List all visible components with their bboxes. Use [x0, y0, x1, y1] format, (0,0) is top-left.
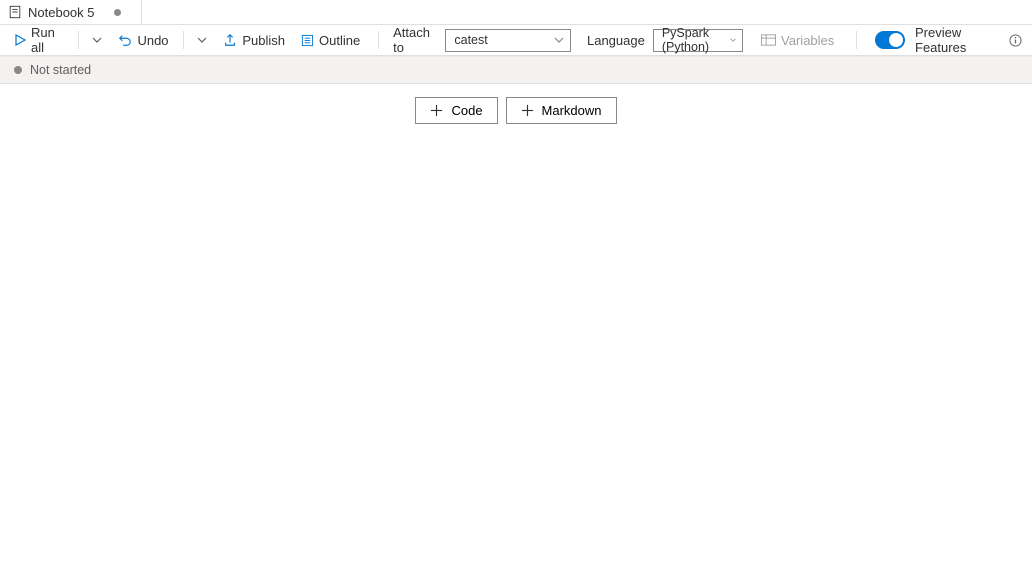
preview-toggle[interactable] — [875, 31, 905, 49]
plus-icon — [430, 104, 443, 117]
language-select[interactable]: PySpark (Python) — [653, 29, 743, 52]
outline-label: Outline — [319, 33, 360, 48]
separator — [183, 31, 184, 49]
plus-icon — [521, 104, 534, 117]
tab-title: Notebook 5 — [28, 5, 95, 20]
undo-icon — [118, 33, 132, 47]
publish-label: Publish — [242, 33, 285, 48]
language-label: Language — [587, 33, 645, 48]
variables-button: Variables — [757, 28, 838, 52]
status-dot-icon — [14, 66, 22, 74]
publish-icon — [223, 33, 237, 47]
attach-to-value: catest — [454, 33, 487, 47]
run-all-dropdown[interactable] — [88, 28, 106, 52]
play-icon — [14, 34, 26, 46]
tab-bar: Notebook 5 — [0, 0, 1032, 25]
toolbar: Run all Undo Publish Outline Attach to c… — [0, 25, 1032, 56]
preview-features: Preview Features — [875, 25, 1022, 55]
cell-insert-area: Code Markdown — [0, 84, 1032, 124]
info-icon[interactable] — [1009, 34, 1022, 47]
tab-dirty-indicator — [101, 9, 135, 16]
chevron-down-icon — [730, 35, 736, 45]
chevron-down-icon — [197, 35, 207, 45]
undo-button[interactable]: Undo — [114, 28, 172, 52]
outline-icon — [301, 34, 314, 47]
language-value: PySpark (Python) — [662, 26, 722, 54]
notebook-icon — [8, 5, 22, 19]
variables-icon — [761, 34, 776, 46]
chevron-down-icon — [554, 35, 564, 45]
add-code-label: Code — [451, 103, 482, 118]
undo-label: Undo — [137, 33, 168, 48]
add-code-button[interactable]: Code — [415, 97, 497, 124]
notebook-tab[interactable]: Notebook 5 — [6, 0, 142, 24]
add-markdown-button[interactable]: Markdown — [506, 97, 617, 124]
run-all-label: Run all — [31, 25, 64, 55]
undo-dropdown[interactable] — [193, 28, 211, 52]
attach-to-label: Attach to — [393, 25, 437, 55]
status-text: Not started — [30, 63, 91, 77]
status-bar: Not started — [0, 56, 1032, 84]
separator — [378, 31, 379, 49]
variables-label: Variables — [781, 33, 834, 48]
publish-button[interactable]: Publish — [219, 28, 289, 52]
attach-to-select[interactable]: catest — [445, 29, 571, 52]
chevron-down-icon — [92, 35, 102, 45]
run-all-button[interactable]: Run all — [10, 28, 68, 52]
separator — [78, 31, 79, 49]
add-markdown-label: Markdown — [542, 103, 602, 118]
preview-label: Preview Features — [915, 25, 999, 55]
separator — [856, 31, 857, 49]
outline-button[interactable]: Outline — [297, 28, 364, 52]
